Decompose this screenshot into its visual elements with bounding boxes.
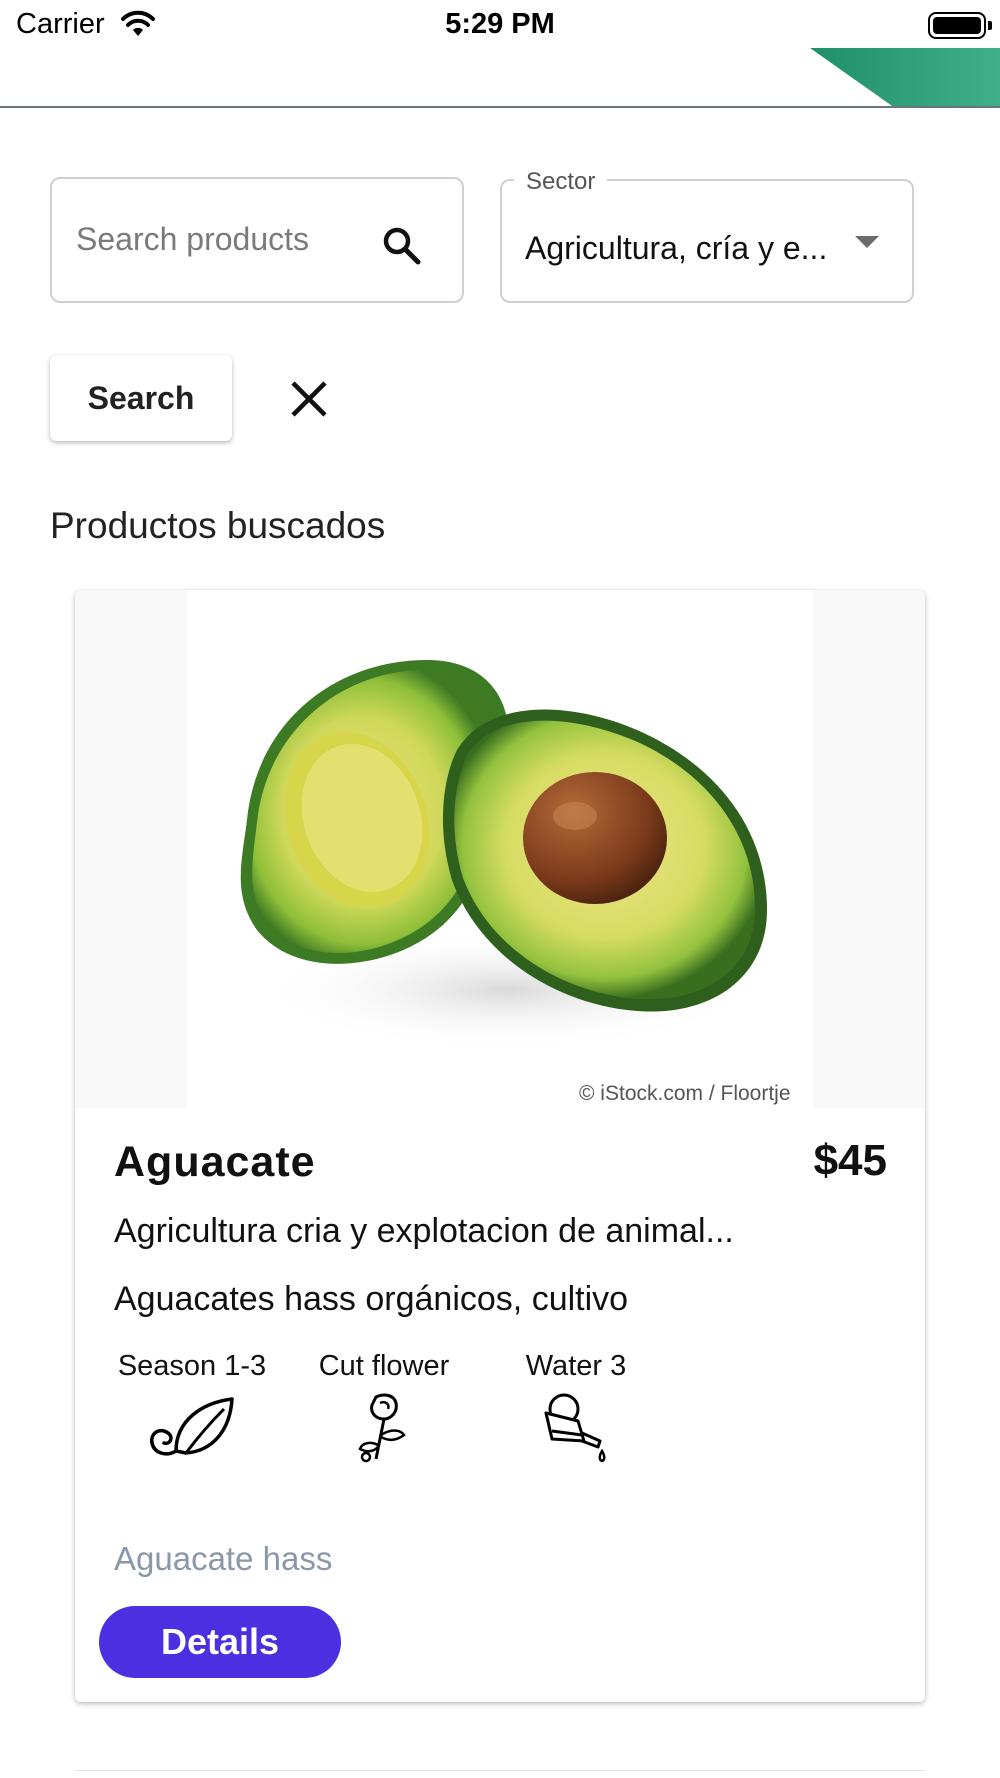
- search-button[interactable]: Search: [50, 355, 232, 441]
- details-button[interactable]: Details: [99, 1606, 341, 1678]
- search-input[interactable]: [76, 209, 376, 269]
- status-bar: Carrier 5:29 PM: [0, 0, 1000, 48]
- product-image: © iStock.com / Floortje: [75, 590, 925, 1108]
- attribute-water: Water 3: [481, 1350, 671, 1463]
- image-credit: © iStock.com / Floortje: [579, 1082, 791, 1105]
- status-time: 5:29 PM: [445, 8, 555, 40]
- brand-accent-shape: [810, 48, 1000, 106]
- watering-can-icon: [544, 1393, 606, 1463]
- sector-selected-value[interactable]: Agricultura, cría y e...: [525, 230, 845, 267]
- search-icon[interactable]: [380, 224, 424, 268]
- next-product-card-edge: [75, 1770, 925, 1778]
- attribute-label: Cut flower: [318, 1350, 450, 1382]
- rose-icon: [358, 1393, 406, 1463]
- battery-icon: [928, 12, 992, 39]
- dropdown-arrow-icon[interactable]: [855, 236, 879, 248]
- product-description: Aguacates hass orgánicos, cultivo: [114, 1280, 629, 1318]
- app-bar: [0, 48, 1000, 108]
- attribute-label: Season 1-3: [117, 1350, 267, 1382]
- close-icon[interactable]: [288, 378, 330, 420]
- section-title: Productos buscados: [50, 505, 386, 546]
- product-name: Aguacate: [114, 1138, 316, 1186]
- attribute-season: Season 1-3: [97, 1350, 287, 1463]
- sector-label: Sector: [514, 168, 608, 196]
- product-variety: Aguacate hass: [114, 1540, 333, 1577]
- leaf-icon: [150, 1397, 234, 1456]
- product-sector: Agricultura cria y explotacion de animal…: [114, 1212, 734, 1250]
- product-card[interactable]: © iStock.com / Floortje Aguacate $45 Agr…: [75, 590, 925, 1702]
- attribute-cut-flower: Cut flower: [289, 1350, 479, 1463]
- avocado-image: [240, 660, 767, 1050]
- attribute-label: Water 3: [525, 1350, 627, 1382]
- product-price: $45: [813, 1136, 887, 1185]
